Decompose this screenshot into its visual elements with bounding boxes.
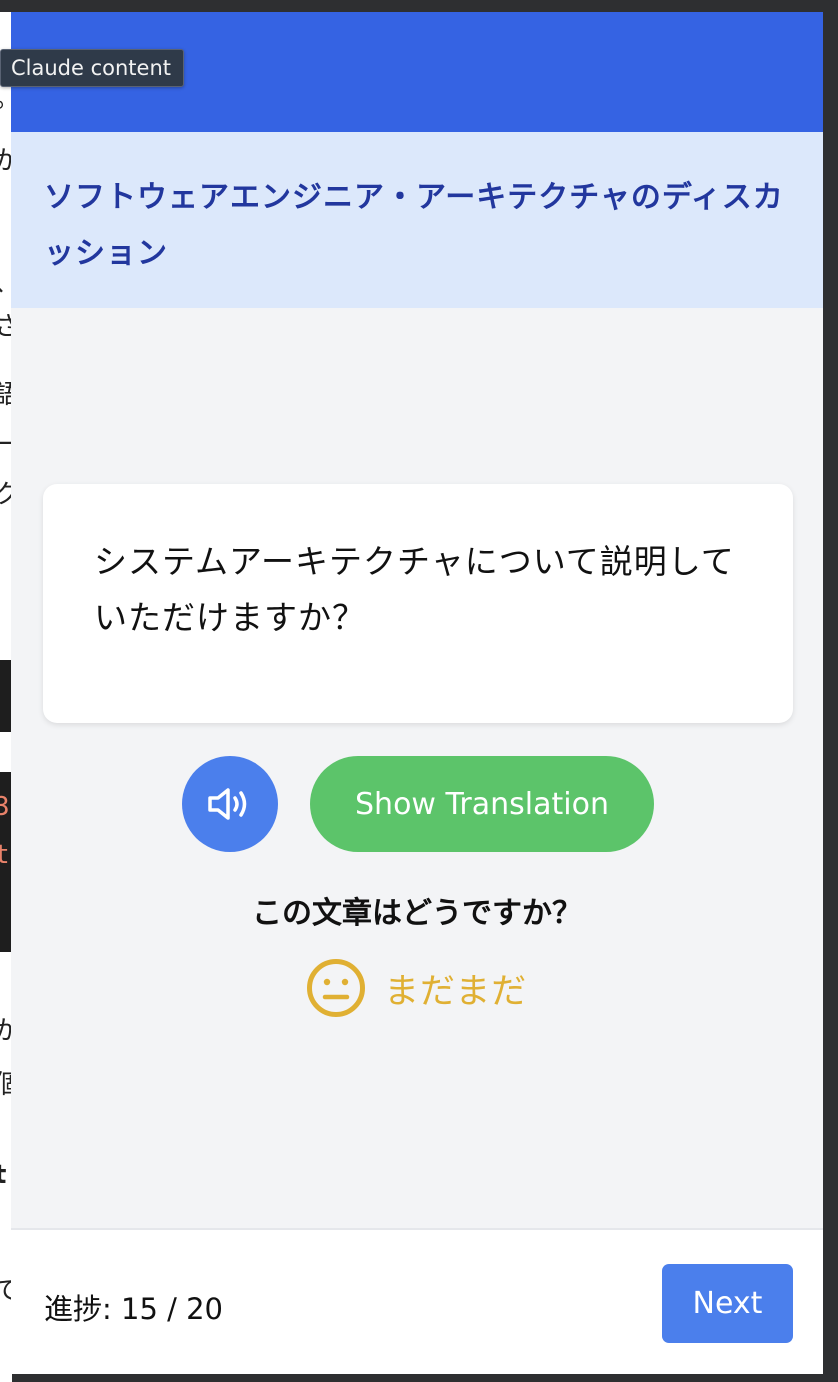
next-button[interactable]: Next [662,1264,793,1343]
topic-header: ソフトウェアエンジニア・アーキテクチャのディスカッション [11,132,823,308]
progress-text: 進捗: 15 / 20 [44,1292,223,1326]
play-audio-button[interactable] [182,756,278,852]
rating-label: まだまだ [384,971,528,1012]
sentence-card: システムアーキテクチャについて説明していただけますか？ [43,484,793,723]
show-translation-button[interactable]: Show Translation [310,756,654,852]
claude-content-tooltip: Claude content [0,49,184,87]
topic-title: ソフトウェアエンジニア・アーキテクチャのディスカッション [44,180,784,271]
sentence-text: システムアーキテクチャについて説明していただけますか？ [94,542,735,637]
footer-bar: 進捗: 15 / 20 Next [11,1228,823,1374]
neutral-face-icon [307,959,365,1017]
rating-question: この文章はどうですか？ [252,896,582,931]
rating-option[interactable]: まだまだ [306,958,527,1018]
flashcard-panel: ソフトウェアエンジニア・アーキテクチャのディスカッション システムアーキテクチャ… [11,12,823,1374]
speaker-icon [208,788,247,820]
